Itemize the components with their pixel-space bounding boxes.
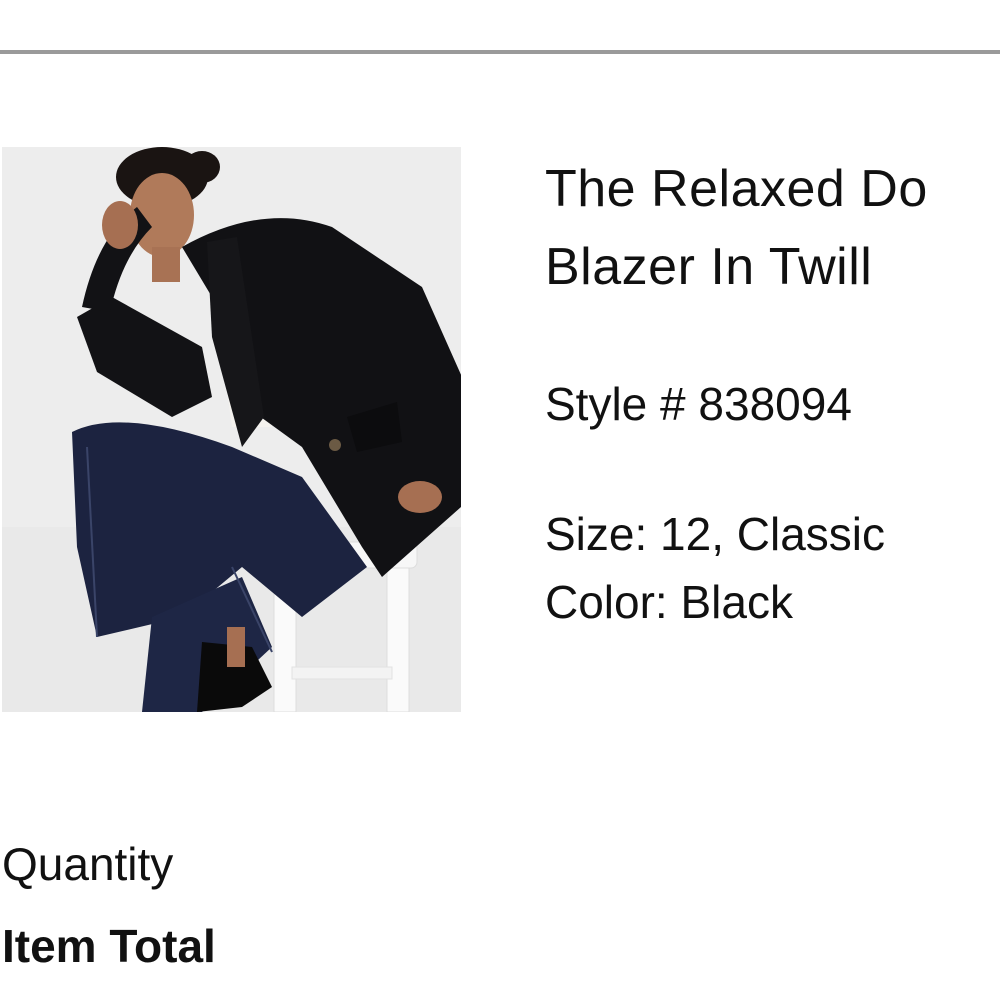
product-image[interactable] <box>2 147 461 712</box>
cart-item-page: The Relaxed Do Blazer In Twill Style # 8… <box>0 0 1000 1000</box>
quantity-label: Quantity <box>2 838 174 890</box>
top-divider <box>0 50 1000 54</box>
product-title-line-2[interactable]: Blazer In Twill <box>545 228 1000 306</box>
product-title-line-1[interactable]: The Relaxed Do <box>545 150 1000 228</box>
style-number: Style # 838094 <box>545 378 852 430</box>
product-size: Size: 12, Classic <box>545 508 886 560</box>
product-title[interactable]: The Relaxed Do Blazer In Twill <box>545 150 1000 306</box>
item-total-label: Item Total <box>2 920 216 972</box>
product-info: The Relaxed Do Blazer In Twill <box>545 150 1000 306</box>
product-color: Color: Black <box>545 576 793 628</box>
